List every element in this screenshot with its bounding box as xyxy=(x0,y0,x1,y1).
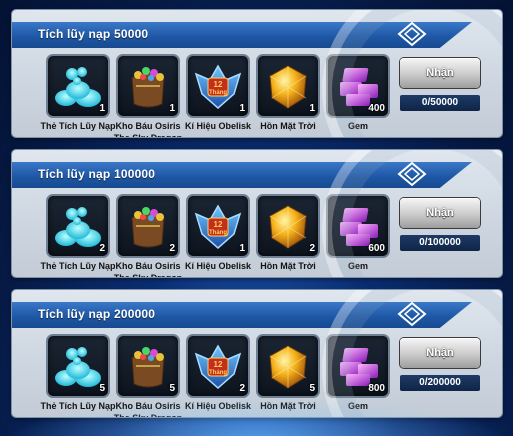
diamond-emblem-icon xyxy=(397,161,427,187)
reward-name: Kí Hiệu Obelisk xyxy=(184,261,252,271)
reward-slot[interactable]: 2 xyxy=(258,196,318,256)
progress-counter: 0/100000 xyxy=(400,235,480,251)
reward-quantity: 600 xyxy=(368,243,385,254)
reward-tier-panel: Tích lũy nạp 100000 2 Thẻ Tích Lũy Nạp 2… xyxy=(12,150,502,277)
reward-tier-panel: Tích lũy nạp 50000 1 Thẻ Tích Lũy Nạp 1 … xyxy=(12,10,502,137)
reward-quantity: 1 xyxy=(99,103,105,114)
reward-slot[interactable]: 5 xyxy=(48,336,108,396)
diamond-emblem-icon xyxy=(397,301,427,327)
reward-quantity: 2 xyxy=(99,243,105,254)
claim-button[interactable]: Nhận xyxy=(400,338,480,368)
reward-quantity: 800 xyxy=(368,383,385,394)
reward-slot[interactable]: 1 xyxy=(258,56,318,116)
svg-text:Tháng: Tháng xyxy=(209,90,227,96)
reward-quantity: 2 xyxy=(309,243,315,254)
reward-name: Gem xyxy=(347,261,368,271)
reward-slot[interactable]: 800 xyxy=(328,336,388,396)
reward-slot[interactable]: 5 xyxy=(258,336,318,396)
reward-name: Kho Báu Osiris The Sky Dragon xyxy=(114,261,183,277)
reward-name: Hồn Mặt Trời xyxy=(260,121,316,131)
reward-name: Kí Hiệu Obelisk xyxy=(184,121,252,131)
reward-slot[interactable]: 2 xyxy=(48,196,108,256)
reward-quantity: 5 xyxy=(99,383,105,394)
reward-slot[interactable]: 1 xyxy=(48,56,108,116)
reward-slot[interactable]: 1 xyxy=(118,56,178,116)
reward-name: Gem xyxy=(347,121,368,131)
reward-quantity: 1 xyxy=(239,103,245,114)
reward-quantity: 2 xyxy=(239,383,245,394)
reward-quantity: 2 xyxy=(169,243,175,254)
svg-text:Tháng: Tháng xyxy=(209,370,227,376)
svg-text:12: 12 xyxy=(214,360,223,369)
reward-name: Thẻ Tích Lũy Nạp xyxy=(40,121,116,131)
svg-text:12: 12 xyxy=(214,220,223,229)
reward-slot[interactable]: 600 xyxy=(328,196,388,256)
reward-slot[interactable]: 12 Tháng 1 xyxy=(188,56,248,116)
reward-quantity: 1 xyxy=(169,103,175,114)
reward-quantity: 400 xyxy=(368,103,385,114)
reward-name: Hồn Mặt Trời xyxy=(260,261,316,271)
progress-counter: 0/200000 xyxy=(400,375,480,391)
reward-quantity: 1 xyxy=(309,103,315,114)
reward-slot[interactable]: 5 xyxy=(118,336,178,396)
reward-quantity: 5 xyxy=(309,383,315,394)
reward-name: Kho Báu Osiris The Sky Dragon xyxy=(114,121,183,137)
reward-slot[interactable]: 2 xyxy=(118,196,178,256)
reward-quantity: 1 xyxy=(239,243,245,254)
reward-slot[interactable]: 12 Tháng 1 xyxy=(188,196,248,256)
claim-button[interactable]: Nhận xyxy=(400,198,480,228)
claim-button[interactable]: Nhận xyxy=(400,58,480,88)
tier-title: Tích lũy nạp 50000 xyxy=(38,27,149,41)
reward-slot[interactable]: 12 Tháng 2 xyxy=(188,336,248,396)
diamond-emblem-icon xyxy=(397,21,427,47)
reward-quantity: 5 xyxy=(169,383,175,394)
tier-title: Tích lũy nạp 200000 xyxy=(38,307,156,321)
reward-name: Thẻ Tích Lũy Nạp xyxy=(40,261,116,271)
svg-text:Tháng: Tháng xyxy=(209,230,227,236)
progress-counter: 0/50000 xyxy=(400,95,480,111)
svg-text:12: 12 xyxy=(214,80,223,89)
background-glow xyxy=(0,396,513,436)
reward-slot[interactable]: 400 xyxy=(328,56,388,116)
tier-title: Tích lũy nạp 100000 xyxy=(38,167,156,181)
